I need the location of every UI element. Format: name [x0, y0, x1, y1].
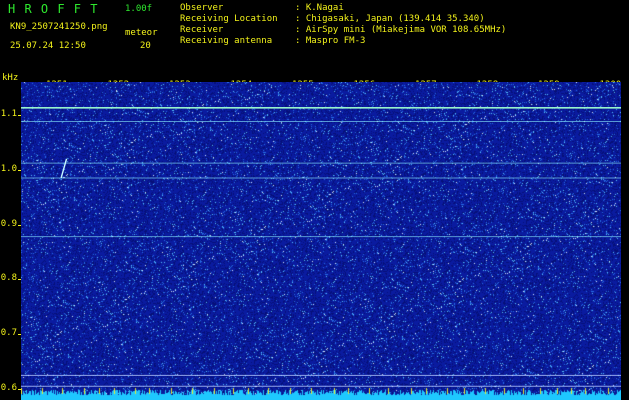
count-label: 20: [140, 41, 151, 51]
info-label: Observer: [180, 3, 224, 13]
info-value: : Chigasaki, Japan (139.414 35.340): [295, 14, 485, 24]
info-row: Receiving antenna: [180, 36, 272, 47]
info-value: : Maspro FM-3: [295, 36, 366, 46]
version-label: 1.00f: [125, 4, 153, 14]
info-row: Receiving Location: [180, 14, 278, 25]
spectrogram-overlay: [21, 106, 621, 387]
info-label: Receiver: [180, 25, 224, 35]
y-tick-label: 0.6: [0, 383, 17, 394]
filename-label: KN9_2507241250.png: [10, 22, 108, 32]
y-tick-label: 0.8: [0, 273, 17, 284]
program-title: H R O F F T: [8, 2, 99, 16]
mode-label: meteor: [125, 28, 158, 38]
date-time-label: 25.07.24 12:50: [10, 41, 86, 51]
y-tick-label: 0.9: [0, 218, 17, 229]
spectrogram-plot[interactable]: [21, 82, 621, 400]
info-value: : K.Nagai: [295, 3, 344, 13]
y-tick-label: 0.7: [0, 328, 17, 339]
info-row: Receiver: [180, 25, 223, 36]
meteor-echo: [60, 158, 68, 179]
info-label: Receiving antenna: [180, 36, 273, 46]
y-tick-label: 1.0: [0, 163, 17, 174]
info-row: Observer: [180, 3, 223, 14]
y-axis-unit: kHz: [2, 73, 19, 83]
info-label: Receiving Location: [180, 14, 278, 24]
y-tick-label: 1.1: [0, 108, 17, 119]
info-value: : AirSpy mini (Miakejima VOR 108.65MHz): [295, 25, 507, 35]
